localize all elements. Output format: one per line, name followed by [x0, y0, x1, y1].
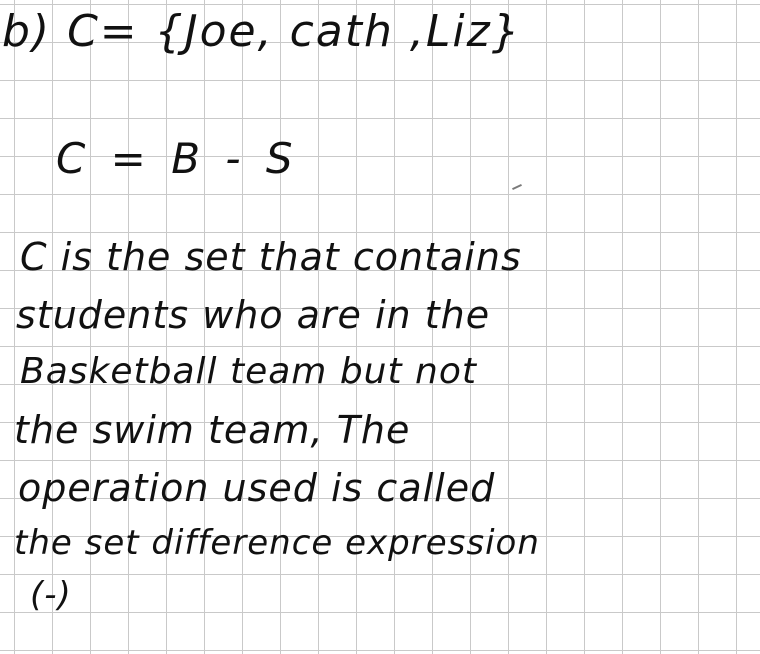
- explanation-line: the set difference expression: [14, 523, 540, 563]
- equation-line: C = B - S: [56, 134, 299, 183]
- explanation-line: the swim team, The: [14, 408, 411, 452]
- explanation-line: operation used is called: [18, 466, 496, 510]
- explanation-line: students who are in the: [16, 293, 491, 337]
- stray-pen-mark: [512, 183, 522, 191]
- explanation-line: (-): [30, 575, 72, 615]
- set-definition-line: b) C= {Joe, cath ,Liz}: [2, 6, 522, 57]
- explanation-line: Basketball team but not: [20, 351, 478, 392]
- explanation-line: C is the set that contains: [20, 235, 522, 279]
- grid-paper: b) C= {Joe, cath ,Liz} C = B - S C is th…: [0, 0, 760, 654]
